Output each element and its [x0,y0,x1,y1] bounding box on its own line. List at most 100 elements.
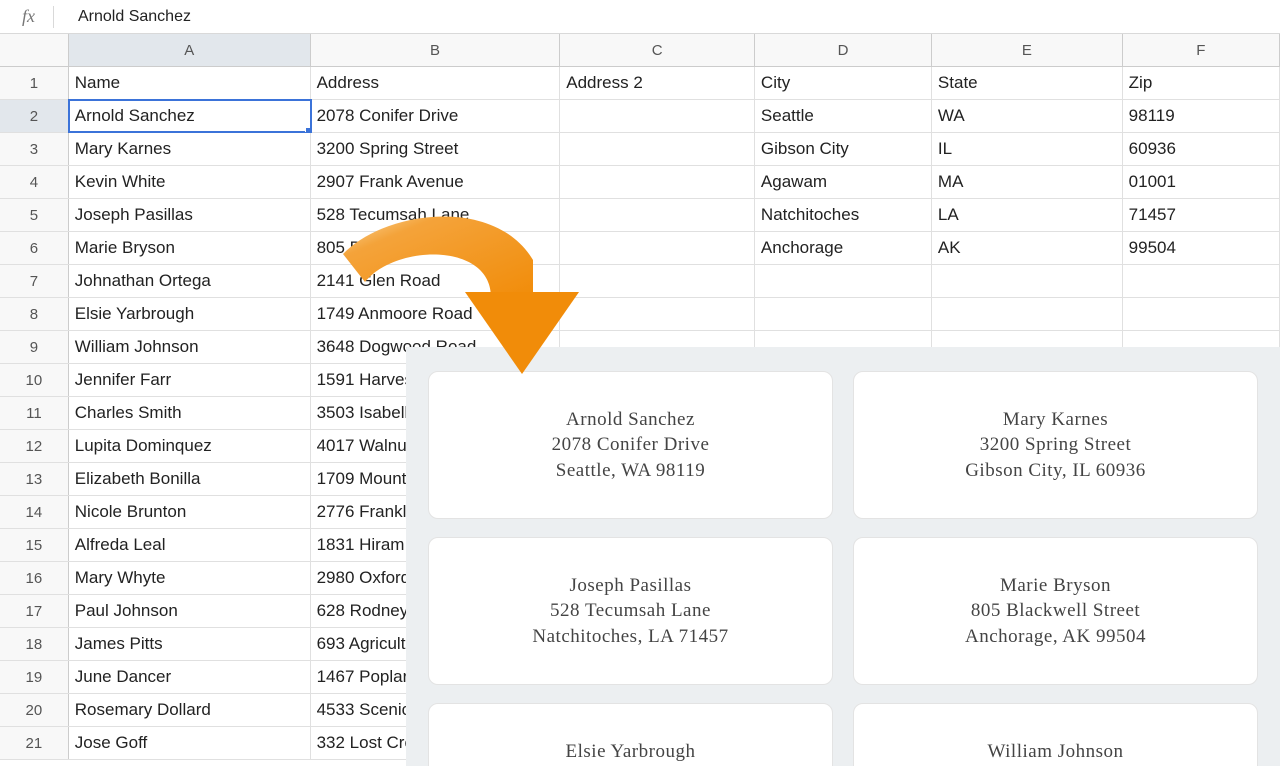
cell[interactable] [560,265,755,297]
row-header-19[interactable]: 19 [0,661,69,693]
column-header-F[interactable]: F [1123,34,1280,66]
cell[interactable]: Jennifer Farr [69,364,311,396]
label-citystate: Natchitoches, LA 71457 [532,624,728,650]
row-header-21[interactable]: 21 [0,727,69,759]
address-label-card: William Johnson 3648 Dogwood Road Phoeni… [853,703,1258,766]
cell[interactable] [755,298,932,330]
row-header-17[interactable]: 17 [0,595,69,627]
cell[interactable] [932,298,1123,330]
cell[interactable]: City [755,67,932,99]
row-header-2[interactable]: 2 [0,100,69,132]
cell-selected[interactable]: Arnold Sanchez [69,100,311,132]
cell[interactable]: Mary Whyte [69,562,311,594]
cell[interactable]: LA [932,199,1123,231]
row-header-10[interactable]: 10 [0,364,69,396]
cell[interactable] [560,298,755,330]
cell[interactable] [560,232,755,264]
cell[interactable]: Zip [1123,67,1280,99]
row-header-11[interactable]: 11 [0,397,69,429]
cell[interactable]: 99504 [1123,232,1280,264]
row-header-20[interactable]: 20 [0,694,69,726]
row-header-13[interactable]: 13 [0,463,69,495]
cell[interactable] [755,265,932,297]
cell[interactable]: Address [311,67,561,99]
cell[interactable]: Address 2 [560,67,755,99]
cell[interactable]: Mary Karnes [69,133,311,165]
row-header-14[interactable]: 14 [0,496,69,528]
cell[interactable]: Charles Smith [69,397,311,429]
row-header-3[interactable]: 3 [0,133,69,165]
label-street: 2078 Conifer Drive [552,432,710,458]
column-header-C[interactable]: C [560,34,755,66]
cell[interactable]: Lupita Dominquez [69,430,311,462]
cell[interactable]: Alfreda Leal [69,529,311,561]
address-label-card: Marie Bryson 805 Blackwell Street Anchor… [853,537,1258,685]
cell[interactable]: AK [932,232,1123,264]
cell[interactable]: 1749 Anmoore Road [311,298,561,330]
cell[interactable] [560,199,755,231]
cell[interactable]: Johnathan Ortega [69,265,311,297]
cell[interactable]: Paul Johnson [69,595,311,627]
cell[interactable]: Rosemary Dollard [69,694,311,726]
cell[interactable]: 2907 Frank Avenue [311,166,561,198]
cell[interactable]: 805 Blackwell Street [311,232,561,264]
table-row: 7Johnathan Ortega2141 Glen Road [0,265,1280,298]
cell[interactable]: 98119 [1123,100,1280,132]
spreadsheet-grid: 1 Name Address Address 2 City State Zip … [0,67,1280,760]
cell[interactable]: 01001 [1123,166,1280,198]
cell[interactable]: Kevin White [69,166,311,198]
cell[interactable]: WA [932,100,1123,132]
cell[interactable]: Nicole Brunton [69,496,311,528]
formula-input[interactable] [72,4,1280,30]
cell[interactable]: Elizabeth Bonilla [69,463,311,495]
cell[interactable]: IL [932,133,1123,165]
row-header-16[interactable]: 16 [0,562,69,594]
row-header-4[interactable]: 4 [0,166,69,198]
row-header-5[interactable]: 5 [0,199,69,231]
row-header-15[interactable]: 15 [0,529,69,561]
cell[interactable] [1123,265,1280,297]
cell[interactable]: Seattle [755,100,932,132]
cell[interactable]: June Dancer [69,661,311,693]
label-citystate: Gibson City, IL 60936 [965,458,1146,484]
cell[interactable]: 3200 Spring Street [311,133,561,165]
cell[interactable]: Joseph Pasillas [69,199,311,231]
row-header-6[interactable]: 6 [0,232,69,264]
cell[interactable]: 528 Tecumsah Lane [311,199,561,231]
label-name: Joseph Pasillas [569,573,691,599]
row-header-8[interactable]: 8 [0,298,69,330]
cell[interactable] [932,265,1123,297]
cell[interactable] [560,166,755,198]
row-header-18[interactable]: 18 [0,628,69,660]
cell[interactable]: Anchorage [755,232,932,264]
cell[interactable]: James Pitts [69,628,311,660]
row-header-7[interactable]: 7 [0,265,69,297]
column-header-A[interactable]: A [69,34,311,66]
cell[interactable]: State [932,67,1123,99]
column-header-E[interactable]: E [932,34,1123,66]
cell[interactable]: Marie Bryson [69,232,311,264]
cell[interactable]: Jose Goff [69,727,311,759]
select-all-corner[interactable] [0,34,69,66]
cell[interactable] [560,133,755,165]
cell[interactable]: Natchitoches [755,199,932,231]
cell[interactable]: 71457 [1123,199,1280,231]
row-header-1[interactable]: 1 [0,67,69,99]
label-preview-panel: Arnold Sanchez 2078 Conifer Drive Seattl… [406,347,1280,766]
column-header-D[interactable]: D [755,34,932,66]
cell[interactable]: Agawam [755,166,932,198]
column-header-B[interactable]: B [311,34,561,66]
cell[interactable]: 2078 Conifer Drive [311,100,561,132]
cell[interactable] [560,100,755,132]
cell[interactable]: Name [69,67,311,99]
cell[interactable]: 60936 [1123,133,1280,165]
cell[interactable]: Elsie Yarbrough [69,298,311,330]
formula-bar-divider [53,6,54,28]
row-header-12[interactable]: 12 [0,430,69,462]
cell[interactable]: Gibson City [755,133,932,165]
cell[interactable]: MA [932,166,1123,198]
row-header-9[interactable]: 9 [0,331,69,363]
cell[interactable] [1123,298,1280,330]
cell[interactable]: 2141 Glen Road [311,265,561,297]
cell[interactable]: William Johnson [69,331,311,363]
